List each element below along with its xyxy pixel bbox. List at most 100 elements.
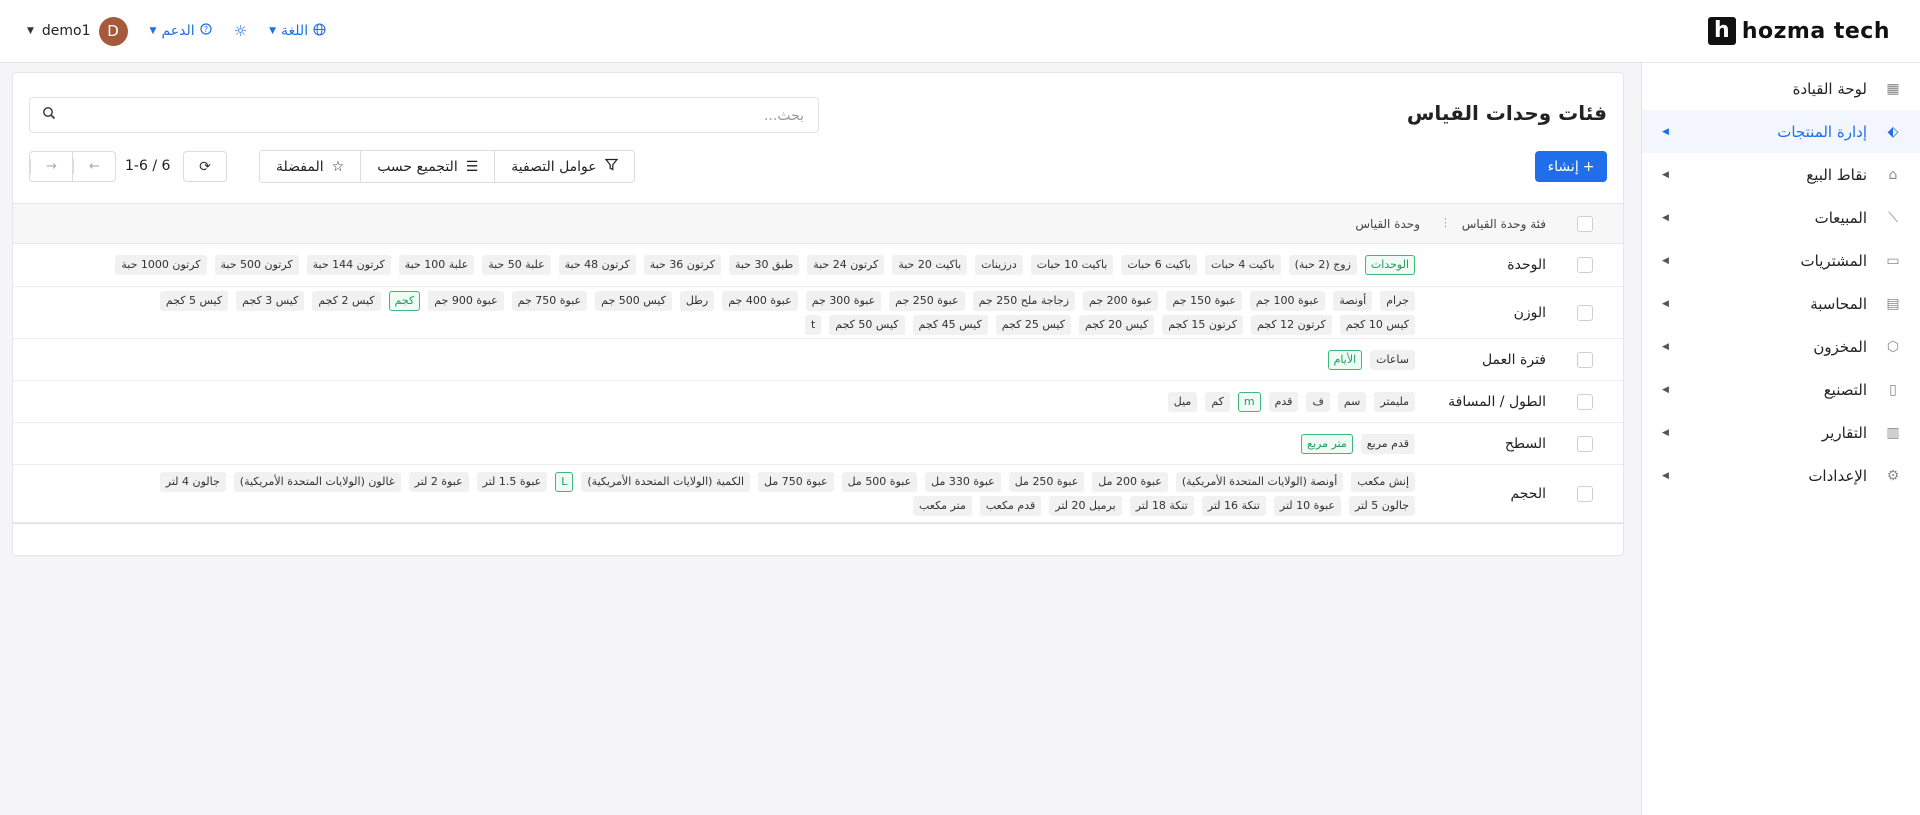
filter-icon (604, 158, 618, 175)
table-row[interactable]: السطح قدم مربع متر مربع (13, 423, 1623, 465)
unit-tag: عبوة 200 مل (1092, 471, 1168, 492)
sidebar-item-dashboard[interactable]: ▦ لوحة القيادة (1642, 67, 1920, 110)
sidebar-item-pos[interactable]: ⌂ نقاط البيع ◀ (1642, 153, 1920, 196)
unit-tag: عبوة 10 لتر (1273, 495, 1341, 516)
table-row[interactable]: فترة العمل ساعات الأيام (13, 339, 1623, 381)
support-menu[interactable]: ▼ الدعم ? (150, 23, 212, 39)
row-checkbox[interactable] (1577, 304, 1593, 321)
pager-next-button[interactable]: → (30, 152, 72, 181)
caret-left-icon: ◀ (1662, 169, 1669, 180)
unit-tag: زجاجة ملح 250 جم (972, 290, 1076, 311)
sidebar-item-reports[interactable]: ▥ التقارير ◀ (1642, 411, 1920, 454)
sidebar-item-purchases[interactable]: ▭ المشتريات ◀ (1642, 239, 1920, 282)
sidebar-item-sales[interactable]: ⟋ المبيعات ◀ (1642, 196, 1920, 239)
unit-tag: عبوة 250 مل (1008, 471, 1085, 492)
search-input[interactable] (64, 105, 804, 127)
sidebar-item-label: إدارة المنتجات (1777, 122, 1867, 141)
search-icon[interactable] (42, 106, 56, 124)
unit-tag: زوج (2 حبة) (1288, 255, 1357, 275)
unit-tag: قدم (1268, 391, 1299, 412)
caret-left-icon: ◀ (1662, 255, 1669, 266)
refresh-button[interactable]: ⟳ (183, 151, 227, 182)
unit-tag: عبوة 250 جم (889, 290, 965, 311)
table-row[interactable]: الطول / المسافة مليمتر سم ف قدم m كم ميل (13, 381, 1623, 423)
gear-icon: ⚙ (1886, 467, 1900, 484)
reference-unit-tag: L (555, 471, 574, 492)
reference-unit-tag: متر مربع (1301, 433, 1353, 454)
unit-tag: ميل (1167, 391, 1198, 412)
unit-tags: جرام أونصة عبوة 100 جم عبوة 150 جم عبوة 200 … (115, 290, 1415, 335)
caret-left-icon: ◀ (1662, 470, 1669, 481)
sidebar-item-settings[interactable]: ⚙ الإعدادات ◀ (1642, 454, 1920, 497)
column-menu-icon[interactable]: ⋮ (1440, 216, 1451, 229)
pager-value[interactable]: 1-6 / 6 (125, 158, 170, 174)
unit-tag: عبوة 900 جم (428, 290, 504, 311)
unit-tag: إنش مكعب (1351, 471, 1415, 492)
unit-tags: ساعات الأيام (115, 349, 1415, 370)
sidebar-item-products[interactable]: ⬖ إدارة المنتجات ◀ (1642, 110, 1920, 153)
table-row[interactable]: الوزن جرام أونصة عبوة 100 جم عبوة 150 جم عبوة… (13, 287, 1623, 339)
table-footer (13, 523, 1623, 543)
select-all-checkbox[interactable] (1577, 216, 1593, 232)
unit-tag: عبوة 100 جم (1249, 290, 1326, 311)
unit-tag: جالون 5 لتر (1348, 495, 1415, 516)
row-checkbox[interactable] (1577, 485, 1593, 502)
sun-icon: ☼ (233, 22, 248, 40)
unit-tags: مليمتر سم ف قدم m كم ميل (115, 391, 1415, 412)
user-menu[interactable]: ▼ demo1 D (27, 16, 128, 46)
unit-tag: كرتون 144 حبة (306, 255, 391, 275)
unit-tag: مليمتر (1374, 391, 1415, 412)
table-body: الوحدة الوحدات زوج (2 حبة) باكيت 4 حبات باكي… (13, 244, 1623, 523)
caret-left-icon: ◀ (1662, 427, 1669, 438)
caret-left-icon: ◀ (1662, 126, 1669, 137)
unit-tag: كرتون 15 كجم (1162, 314, 1243, 335)
unit-tag: عبوة 400 جم (722, 290, 798, 311)
column-header-units[interactable]: وحدة القياس (1355, 217, 1420, 231)
row-checkbox[interactable] (1577, 351, 1593, 368)
unit-tag: باكيت 10 حبات (1030, 255, 1114, 275)
brand-logo[interactable]: h hozma tech (1707, 17, 1890, 45)
search-options: عوامل التصفية ☰ التجميع حسب ☆ المفضلة (259, 150, 635, 183)
main-content: فئات وحدات القياس + إنشاء عوامل التصفية … (12, 72, 1624, 556)
row-checkbox[interactable] (1577, 435, 1593, 452)
language-menu[interactable]: ▼ اللغة (269, 22, 326, 40)
unit-tag: طبق 30 حبة (728, 255, 800, 275)
reference-unit-tag: كجم (388, 290, 421, 311)
user-name: demo1 (41, 23, 91, 39)
help-circle-icon: ? (200, 23, 212, 39)
unit-tag: تنكة 18 لتر (1129, 495, 1194, 516)
sidebar-item-label: الإعدادات (1808, 466, 1867, 485)
unit-tag: قدم مربع (1360, 433, 1415, 454)
grid-icon: ▦ (1886, 80, 1900, 97)
table-row[interactable]: الحجم إنش مكعب أونصة (الولايات المتحدة الأ… (13, 465, 1623, 523)
favorites-button[interactable]: ☆ المفضلة (260, 151, 361, 182)
row-checkbox[interactable] (1577, 257, 1593, 273)
box-icon: ⬡ (1886, 338, 1900, 355)
unit-tag: عبوة 750 مل (758, 471, 834, 492)
sidebar-item-inventory[interactable]: ⬡ المخزون ◀ (1642, 325, 1920, 368)
unit-tag: كرتون 12 كجم (1250, 314, 1332, 335)
chevron-down-icon: ▼ (269, 26, 277, 36)
refresh-icon: ⟳ (199, 158, 211, 175)
pager-prev-button[interactable]: ← (72, 152, 115, 181)
theme-toggle[interactable]: ☼ (234, 22, 247, 40)
arrow-left-icon: ← (73, 159, 115, 174)
globe-icon (313, 22, 326, 40)
row-checkbox[interactable] (1577, 393, 1593, 410)
sidebar-item-manufacturing[interactable]: ▯ التصنيع ◀ (1642, 368, 1920, 411)
arrow-right-icon: → (30, 159, 72, 174)
column-header-category[interactable]: فئة وحدة القياس (1462, 217, 1546, 231)
unit-tag: عبوة 2 لتر (408, 471, 469, 492)
unit-tag: كيس 3 كجم (236, 290, 305, 311)
groupby-button[interactable]: ☰ التجميع حسب (360, 151, 495, 182)
sidebar-item-label: لوحة القيادة (1792, 79, 1867, 98)
table-row[interactable]: الوحدة الوحدات زوج (2 حبة) باكيت 4 حبات باكي… (13, 244, 1623, 287)
logo-mark: h (1707, 17, 1736, 45)
create-button[interactable]: + إنشاء (1535, 151, 1607, 182)
unit-tag: سم (1337, 391, 1367, 412)
unit-tags: إنش مكعب أونصة (الولايات المتحدة الأمريكي… (115, 471, 1415, 516)
filters-button[interactable]: عوامل التصفية (494, 151, 634, 182)
sidebar-item-accounting[interactable]: ▤ المحاسبة ◀ (1642, 282, 1920, 325)
unit-tag: كيس 45 كجم (912, 314, 988, 335)
sidebar-item-label: المبيعات (1814, 208, 1867, 227)
